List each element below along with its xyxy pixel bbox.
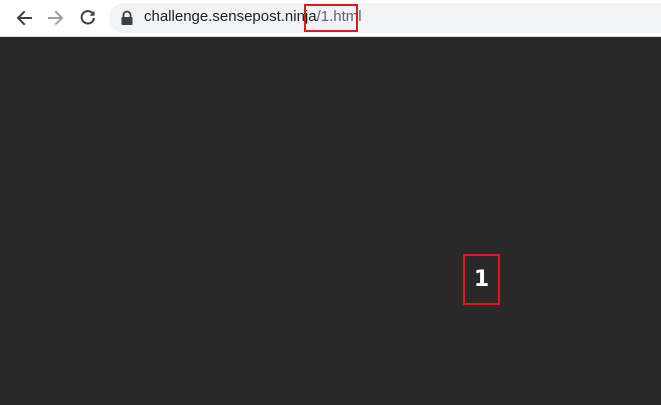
- forward-button[interactable]: [43, 5, 69, 31]
- arrow-right-icon: [48, 10, 64, 26]
- lock-icon: [121, 10, 133, 25]
- page-number-label: 1: [463, 254, 500, 305]
- url-host: challenge.sensepost.ninja: [144, 8, 317, 25]
- reload-icon: [80, 10, 95, 25]
- arrow-left-icon: [16, 10, 32, 26]
- reload-button[interactable]: [75, 5, 101, 31]
- browser-toolbar: challenge.sensepost.ninja/1.html: [0, 0, 661, 37]
- url-path-highlight-box: [304, 4, 358, 32]
- back-button[interactable]: [11, 5, 37, 31]
- page-content: [0, 37, 661, 405]
